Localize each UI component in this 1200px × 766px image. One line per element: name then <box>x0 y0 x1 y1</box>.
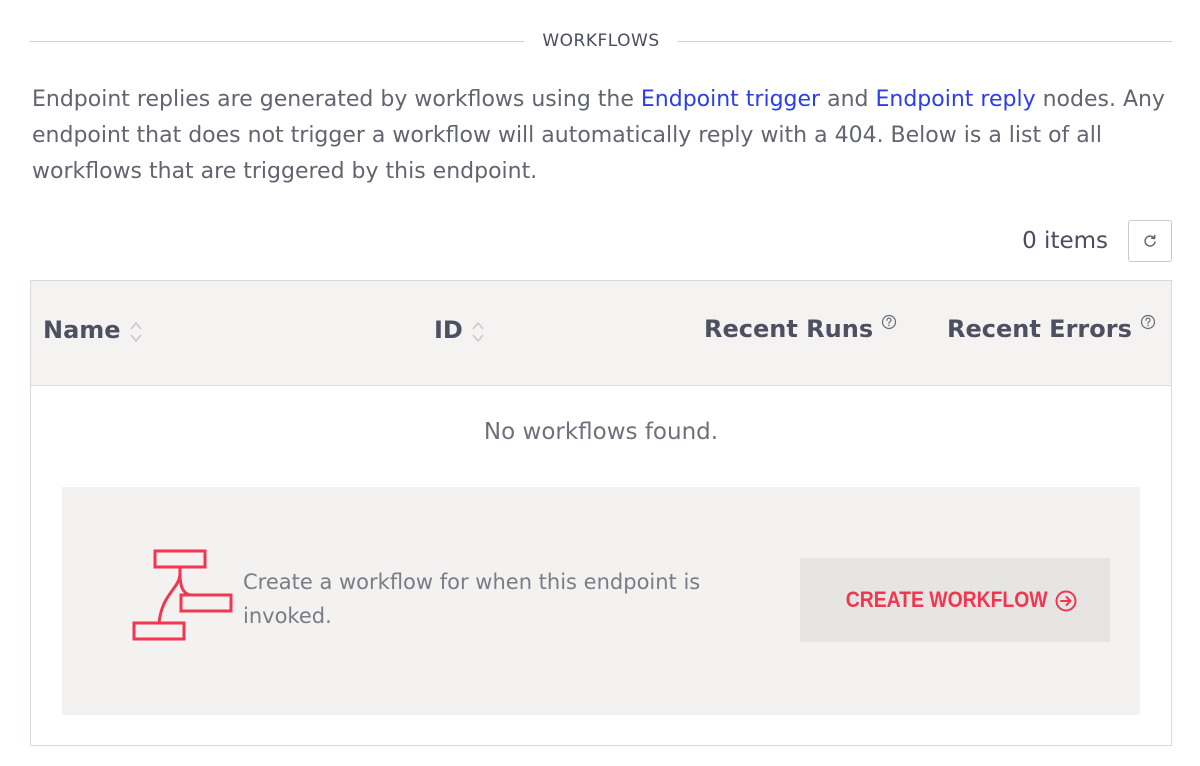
description-text-2: and <box>820 87 876 112</box>
section-title: WORKFLOWS <box>542 31 660 51</box>
endpoint-trigger-link[interactable]: Endpoint trigger <box>641 87 820 112</box>
column-header-recent-errors: Recent Errors <box>947 314 1156 343</box>
create-workflow-label: CREATE WORKFLOW <box>846 587 1048 612</box>
toolbar: 0 items <box>1022 219 1172 263</box>
workflows-page: WORKFLOWS Endpoint replies are generated… <box>0 0 1200 766</box>
table-header: Name ID Recent Runs Recent Errors <box>31 281 1171 386</box>
column-label-recent-errors: Recent Errors <box>947 315 1132 343</box>
divider-left <box>30 40 525 42</box>
column-header-id[interactable]: ID <box>434 315 485 345</box>
arrow-circle-right-icon <box>1055 590 1077 612</box>
description-text-1: Endpoint replies are generated by workfl… <box>32 87 641 112</box>
description: Endpoint replies are generated by workfl… <box>32 82 1172 190</box>
refresh-button[interactable] <box>1128 220 1172 262</box>
column-label-name: Name <box>43 316 121 344</box>
section-header: WORKFLOWS <box>30 26 1172 56</box>
help-icon[interactable] <box>1140 314 1156 330</box>
column-header-name[interactable]: Name <box>43 315 143 345</box>
column-header-recent-runs: Recent Runs <box>704 314 897 343</box>
sort-icon <box>472 321 484 343</box>
workflow-icon <box>132 549 233 641</box>
column-label-recent-runs: Recent Runs <box>704 315 874 343</box>
create-workflow-panel: Create a workflow for when this endpoint… <box>62 487 1140 715</box>
cta-text: Create a workflow for when this endpoint… <box>243 570 701 628</box>
item-count: 0 items <box>1022 228 1108 254</box>
help-icon[interactable] <box>881 314 897 330</box>
divider-right <box>677 40 1172 42</box>
workflows-table: Name ID Recent Runs Recent Errors No wor… <box>30 280 1172 746</box>
sort-icon <box>129 321 142 343</box>
column-label-id: ID <box>434 316 463 344</box>
refresh-icon <box>1144 234 1156 247</box>
endpoint-reply-link[interactable]: Endpoint reply <box>875 87 1035 112</box>
empty-state-message: No workflows found. <box>483 419 719 445</box>
create-workflow-button[interactable]: CREATE WORKFLOW <box>800 558 1110 642</box>
